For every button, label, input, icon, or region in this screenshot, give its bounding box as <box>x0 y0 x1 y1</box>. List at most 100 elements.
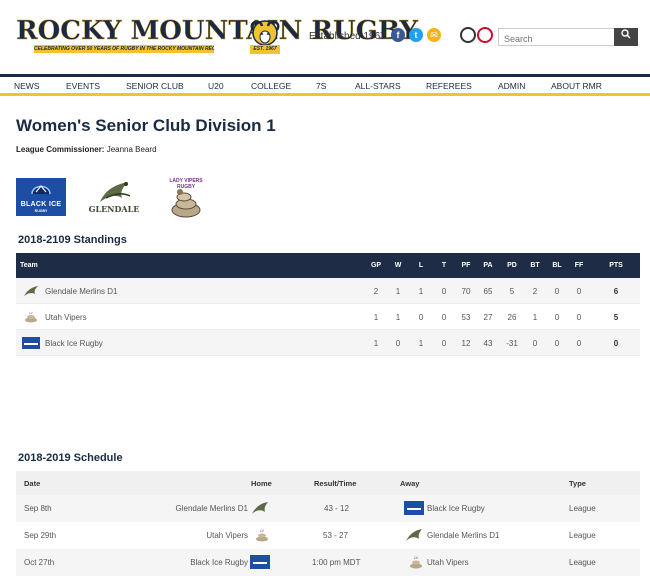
cell-pts: 6 <box>613 287 619 296</box>
cell-ff: 0 <box>576 287 582 296</box>
cell-bl: 0 <box>554 339 560 348</box>
cell-pts: 0 <box>613 339 619 348</box>
cell-w: 0 <box>395 339 401 348</box>
col-w[interactable]: W <box>388 262 408 269</box>
match-date: Oct 27th <box>24 558 55 567</box>
established-text: Established 1967 <box>309 31 386 42</box>
glendale-merlin-icon <box>100 182 131 202</box>
twitter-icon[interactable]: t <box>409 28 423 42</box>
glendale-text: GLENDALE <box>88 204 140 214</box>
glendale-mini-icon <box>406 529 422 541</box>
col-ff[interactable]: FF <box>569 262 589 269</box>
nav-item-all-stars[interactable]: ALL-STARS <box>355 81 401 91</box>
nav-item-about[interactable]: ABOUT RMR <box>551 81 602 91</box>
vipers-mini-icon: LV <box>410 556 422 569</box>
cell-ff: 0 <box>576 339 582 348</box>
site-header: ROCKY MOUNTAIN RUGBY CELEBRATING OVER 50… <box>0 0 650 74</box>
match-date: Sep 8th <box>24 504 52 513</box>
col-home: Home <box>251 479 272 488</box>
table-row: Oct 27th Black Ice Rugby 1:00 pm MDT LV … <box>16 549 640 576</box>
table-row: Sep 8th Glendale Merlins D1 43 - 12 Blac… <box>16 495 640 522</box>
schedule-table: Date Home Result/Time Away Type Sep 8th … <box>16 471 640 576</box>
main-nav: NEWS EVENTS SENIOR CLUB U20 COLLEGE 7S A… <box>0 74 650 96</box>
nav-item-news[interactable]: NEWS <box>14 81 40 91</box>
nav-item-college[interactable]: COLLEGE <box>251 81 291 91</box>
match-date: Sep 29th <box>24 531 57 540</box>
est-badge: EST. 1967 <box>250 45 280 54</box>
search-field <box>498 28 614 47</box>
nav-item-events[interactable]: EVENTS <box>66 81 100 91</box>
cell-ff: 0 <box>576 313 582 322</box>
nav-item-referees[interactable]: REFEREES <box>426 81 472 91</box>
match-type: League <box>569 531 596 540</box>
cell-pd: -31 <box>506 339 518 348</box>
col-pd[interactable]: PD <box>502 262 522 269</box>
col-l[interactable]: L <box>411 262 431 269</box>
home-team[interactable]: Black Ice Rugby <box>190 558 248 567</box>
vipers-mini-icon: LV <box>25 311 37 323</box>
cell-l: 1 <box>418 287 424 296</box>
home-team[interactable]: Utah Vipers <box>206 531 248 540</box>
vipers-text: LADY VIPERS RUGBY <box>169 178 203 190</box>
col-team[interactable]: Team <box>20 262 38 269</box>
utah-vipers-logo[interactable]: LADY VIPERS RUGBY <box>162 178 210 220</box>
association-seal-icon[interactable] <box>460 27 476 43</box>
standings-table: Team GP W L T PF PA PD BT BL FF PTS Glen… <box>16 253 640 356</box>
nav-item-senior-club[interactable]: SENIOR CLUB <box>126 81 184 91</box>
commissioner-label: League Commissioner: <box>16 145 105 154</box>
standings-title: 2018-2109 Standings <box>18 234 127 246</box>
schedule-header: Date Home Result/Time Away Type <box>16 471 640 495</box>
team-name[interactable]: Black Ice Rugby <box>45 339 103 348</box>
cell-pf: 12 <box>461 339 471 348</box>
svg-text:LV: LV <box>414 556 419 560</box>
svg-text:LV: LV <box>260 529 265 533</box>
cell-gp: 1 <box>373 339 379 348</box>
schedule-title: 2018-2019 Schedule <box>18 452 123 464</box>
black-ice-mini-icon <box>404 501 424 515</box>
cell-w: 1 <box>395 287 401 296</box>
usa-rugby-icon[interactable] <box>477 27 493 43</box>
vipers-mini-icon: LV <box>256 529 268 542</box>
col-bl[interactable]: BL <box>547 262 567 269</box>
team-name[interactable]: Glendale Merlins D1 <box>45 287 117 296</box>
glendale-mini-icon <box>252 502 268 514</box>
cell-l: 0 <box>418 313 424 322</box>
search-input[interactable] <box>499 31 609 47</box>
black-ice-mini-icon <box>250 555 270 569</box>
cell-pf: 53 <box>461 313 471 322</box>
col-gp[interactable]: GP <box>366 262 386 269</box>
table-row: Black Ice Rugby 1 0 1 0 12 43 -31 0 0 0 … <box>16 330 640 356</box>
nav-item-u20[interactable]: U20 <box>208 81 224 91</box>
logo-title: ROCKY MOUNTAIN RUGBY <box>16 16 418 46</box>
col-pf[interactable]: PF <box>456 262 476 269</box>
glendale-logo[interactable]: GLENDALE <box>86 178 142 218</box>
away-team[interactable]: Black Ice Rugby <box>427 504 485 513</box>
match-result[interactable]: 43 - 12 <box>324 504 349 513</box>
cell-bl: 0 <box>554 313 560 322</box>
home-team[interactable]: Glendale Merlins D1 <box>176 504 248 513</box>
logo-tagline: CELEBRATING OVER 50 YEARS OF RUGBY IN TH… <box>34 45 214 53</box>
col-pts[interactable]: PTS <box>606 262 626 269</box>
site-logo[interactable]: ROCKY MOUNTAIN RUGBY CELEBRATING OVER 50… <box>16 16 418 58</box>
glendale-mini-icon <box>24 286 38 296</box>
search-button[interactable] <box>614 28 638 46</box>
col-result: Result/Time <box>314 479 357 488</box>
facebook-icon[interactable]: f <box>391 28 405 42</box>
match-time[interactable]: 1:00 pm MDT <box>312 558 360 567</box>
match-result[interactable]: 53 - 27 <box>323 531 348 540</box>
nav-item-7s[interactable]: 7S <box>316 81 326 91</box>
cell-pd: 26 <box>507 313 517 322</box>
email-icon[interactable]: ✉ <box>427 28 441 42</box>
nav-item-admin[interactable]: ADMIN <box>498 81 525 91</box>
col-pa[interactable]: PA <box>478 262 498 269</box>
col-bt[interactable]: BT <box>525 262 545 269</box>
away-team[interactable]: Utah Vipers <box>427 558 469 567</box>
cell-bt: 2 <box>532 287 538 296</box>
away-team[interactable]: Glendale Merlins D1 <box>427 531 499 540</box>
col-t[interactable]: T <box>434 262 454 269</box>
svg-text:LV: LV <box>29 311 32 315</box>
team-name[interactable]: Utah Vipers <box>45 313 87 322</box>
cell-gp: 1 <box>373 313 379 322</box>
black-ice-logo[interactable]: BLACK ICE RUGBY <box>16 178 66 216</box>
search-icon <box>621 29 631 39</box>
